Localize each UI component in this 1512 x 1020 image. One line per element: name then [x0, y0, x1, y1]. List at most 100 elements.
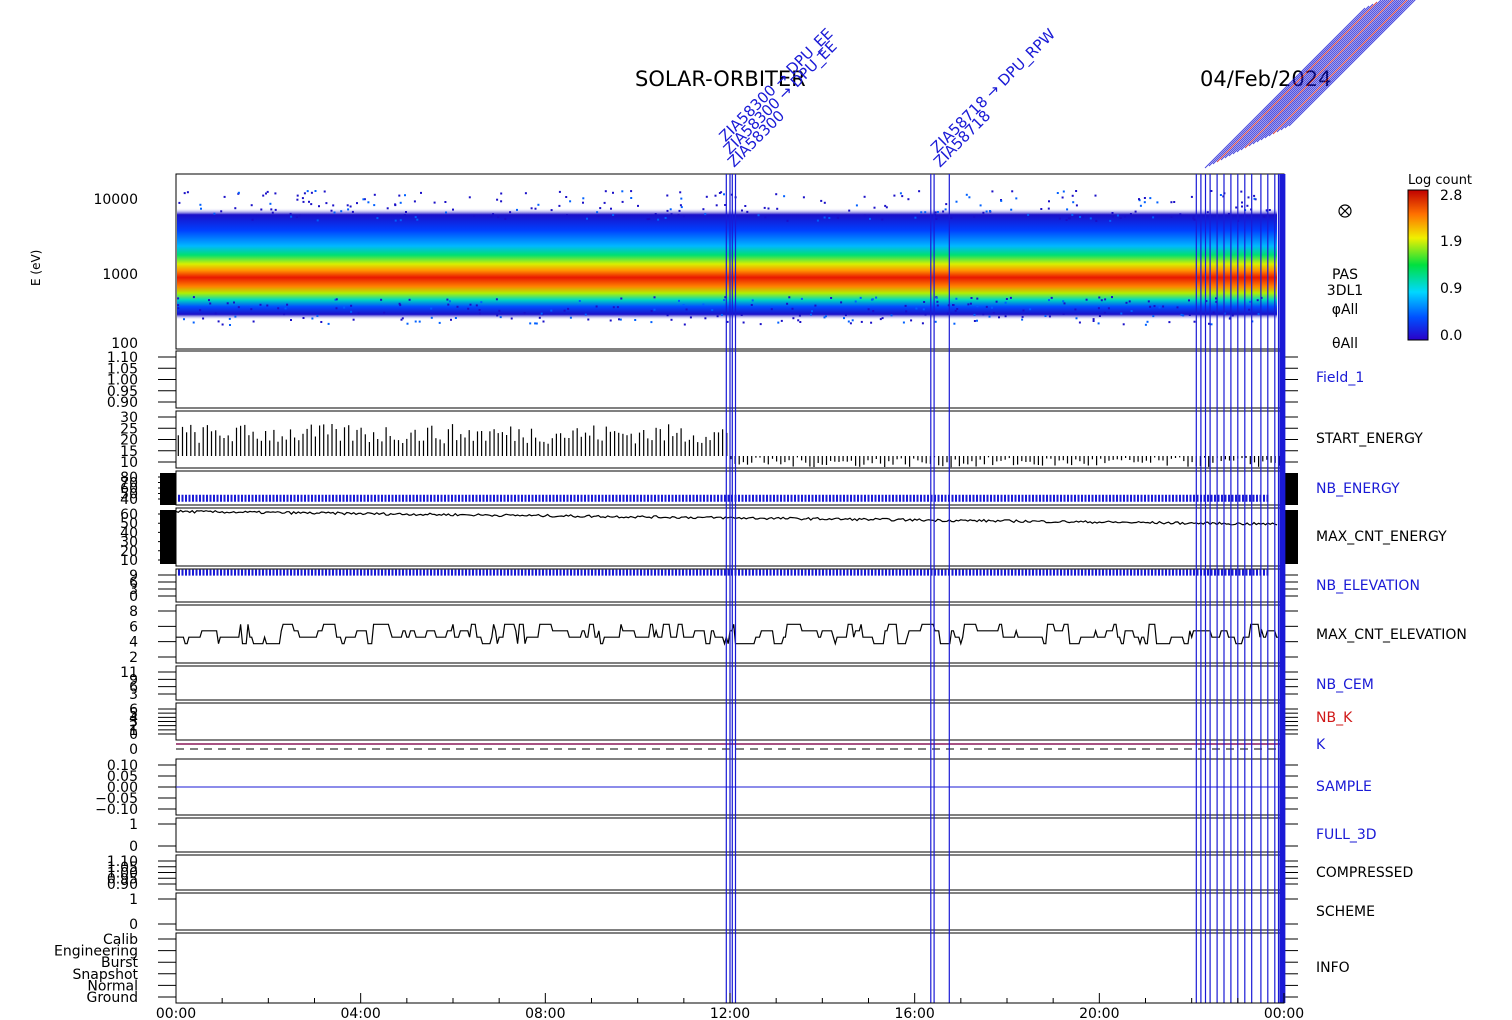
spectrogram-speck	[1156, 201, 1159, 204]
spectrogram-speck	[1129, 213, 1132, 215]
spectrogram-speck	[741, 209, 743, 212]
spectrogram-speck	[1104, 298, 1107, 301]
timeseries-panels: Field_11.101.051.000.950.90START_ENERGY3…	[54, 350, 1467, 1006]
spectrogram-speck	[934, 211, 937, 214]
spectrogram-speck	[350, 304, 353, 307]
spectrogram-speck	[650, 310, 653, 313]
spectrogram-speck	[918, 190, 921, 193]
spectrogram-speck	[1089, 217, 1092, 220]
x-tick-label: 00:00	[1264, 1006, 1304, 1020]
ytick-label: 0	[129, 839, 138, 855]
spectrogram-speck	[944, 208, 947, 211]
spectrogram-speck	[566, 214, 568, 216]
spectrogram-speck	[308, 200, 310, 203]
spectrogram-speck	[192, 296, 195, 299]
spectrogram-speck	[630, 197, 633, 199]
spectrogram-speck	[524, 192, 527, 195]
spectrogram-speck	[290, 319, 292, 321]
spectrogram-speck	[433, 201, 436, 204]
spectrogram-speck	[578, 300, 581, 302]
spectrogram-speck	[1170, 215, 1173, 218]
spectrogram-speck	[1085, 298, 1088, 301]
spectrogram-speck	[867, 308, 870, 311]
spectrogram-speck	[1095, 219, 1098, 222]
spectrogram-speck	[250, 204, 253, 207]
spectrogram-speck	[677, 214, 680, 217]
spectrogram-speck	[1071, 194, 1074, 197]
spectrogram-speck	[1092, 318, 1095, 321]
spectrogram-speck	[612, 191, 614, 194]
spectrogram-speck	[1066, 208, 1069, 211]
spectrogram-speck	[550, 309, 553, 312]
spectrogram-speck	[500, 200, 503, 203]
spectrogram-speck	[872, 310, 875, 313]
spectrogram-speck	[873, 206, 876, 209]
spectrogram-speck	[783, 195, 786, 198]
spectrogram-speck	[849, 322, 852, 325]
spectrogram-speck	[209, 302, 212, 305]
spectrogram-speck	[1123, 215, 1126, 218]
spectrogram-speck	[1061, 196, 1064, 199]
spectrogram-speck	[444, 201, 447, 203]
spectrogram-speck	[362, 198, 365, 201]
spectrogram-speck	[1170, 201, 1173, 204]
spectrogram-speck	[786, 302, 789, 305]
spectrogram-ylabel: E (eV)	[29, 250, 43, 286]
panel-label: Field_1	[1316, 370, 1364, 386]
spectrogram-speck	[400, 318, 403, 321]
spectrogram-speck	[934, 320, 937, 323]
spectrogram-speck	[879, 318, 882, 321]
spectrogram-speck	[820, 199, 823, 202]
spectrogram-speck	[538, 316, 541, 319]
spectrogram-speck	[914, 216, 917, 219]
spectrogram-speck	[1005, 298, 1008, 300]
event-label-1b: ZIA58300 → DPU_EE	[720, 37, 841, 158]
spectrogram-speck	[1015, 197, 1018, 200]
event-label-group-1: ZIA58300 ZIA58300 → DPU_EE ZIA58300 → DP…	[716, 25, 842, 171]
spectrogram-speck	[682, 304, 685, 306]
spectrogram-speck	[498, 309, 501, 312]
spectrogram-speck	[523, 312, 526, 315]
panel-label: INFO	[1316, 960, 1350, 976]
spectrogram-speck	[1044, 315, 1047, 317]
spectrogram-speck	[262, 194, 265, 197]
spectrogram-speck	[1097, 322, 1100, 325]
spectrogram-speck	[301, 197, 304, 200]
spectrogram-speck	[234, 315, 237, 318]
spectrogram-speck	[497, 216, 500, 219]
spectrogram-speck	[679, 204, 682, 207]
spectrogram-speck	[1241, 205, 1243, 208]
spectrogram-speck	[905, 310, 908, 313]
spectrogram-speck	[973, 320, 976, 322]
spectrogram-speck	[775, 193, 778, 196]
spectrogram-band	[177, 208, 1277, 320]
spectrogram-speck	[565, 196, 568, 198]
spectrogram-speck	[924, 313, 927, 316]
spectrogram-speck	[405, 211, 407, 213]
spectrogram-speck	[746, 210, 749, 213]
spectrogram-speck	[1149, 197, 1152, 200]
spectrogram-speck	[1098, 315, 1101, 317]
spectrogram-speck	[603, 201, 606, 204]
spectrogram-speck	[843, 317, 845, 320]
spectrogram-speck	[1103, 311, 1106, 314]
spectrogram-speck	[1062, 313, 1065, 315]
spectrogram-speck	[780, 319, 783, 322]
spectrogram-speck	[357, 312, 360, 315]
spectrogram-speck	[448, 300, 451, 303]
spectrogram-speck	[496, 314, 499, 317]
spectrogram-speck	[991, 190, 994, 193]
spectrogram-speck	[685, 308, 688, 311]
spectrogram-speck	[811, 310, 813, 313]
spectrogram-speck	[654, 213, 657, 215]
spectrogram-speck	[320, 321, 323, 323]
spectrogram-speck	[586, 217, 588, 220]
spectrogram-speck	[863, 214, 866, 217]
start-energy-bars	[177, 424, 1281, 468]
spectrogram-speck	[946, 312, 949, 315]
ytick-label: 10	[120, 553, 138, 569]
spectrogram-speck	[1210, 190, 1213, 192]
spectrogram-speck	[901, 195, 904, 198]
spectrogram-speck	[192, 321, 195, 324]
spectrogram-speck	[430, 316, 433, 319]
